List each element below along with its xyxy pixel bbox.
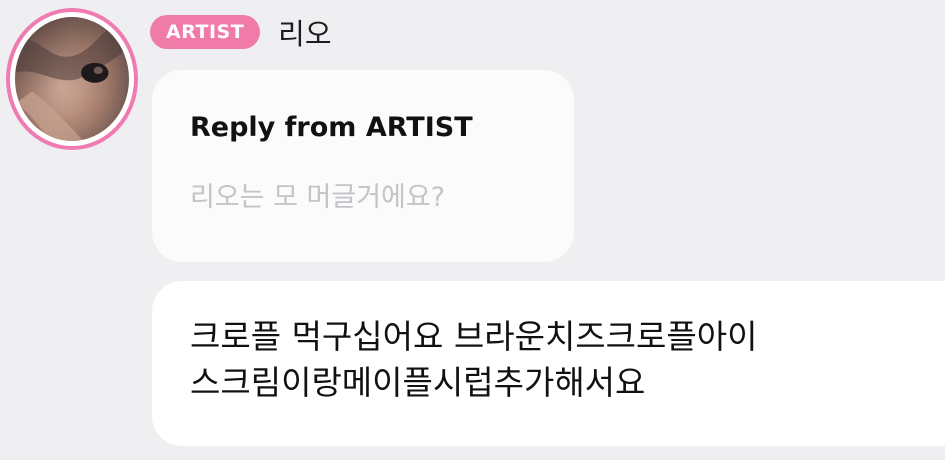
quoted-message: 리오는 모 머글거에요? [190, 182, 446, 213]
post-header: ARTIST 리오 [150, 13, 332, 51]
avatar[interactable] [6, 8, 138, 150]
message-line: 크로플 먹구십어요 브라운치즈크로플아이 [190, 317, 758, 356]
artist-badge: ARTIST [150, 15, 261, 49]
profile-photo-icon [15, 17, 129, 141]
author-name[interactable]: 리오 [278, 11, 331, 53]
message-line: 스크림이랑메이플시럽추가해서요 [190, 363, 646, 402]
reply-card[interactable]: Reply from ARTIST 리오는 모 머글거에요? [152, 70, 574, 262]
message-bubble[interactable]: 크로플 먹구십어요 브라운치즈크로플아이 스크림이랑메이플시럽추가해서요 [152, 281, 945, 446]
reply-title: Reply from ARTIST [190, 112, 473, 143]
